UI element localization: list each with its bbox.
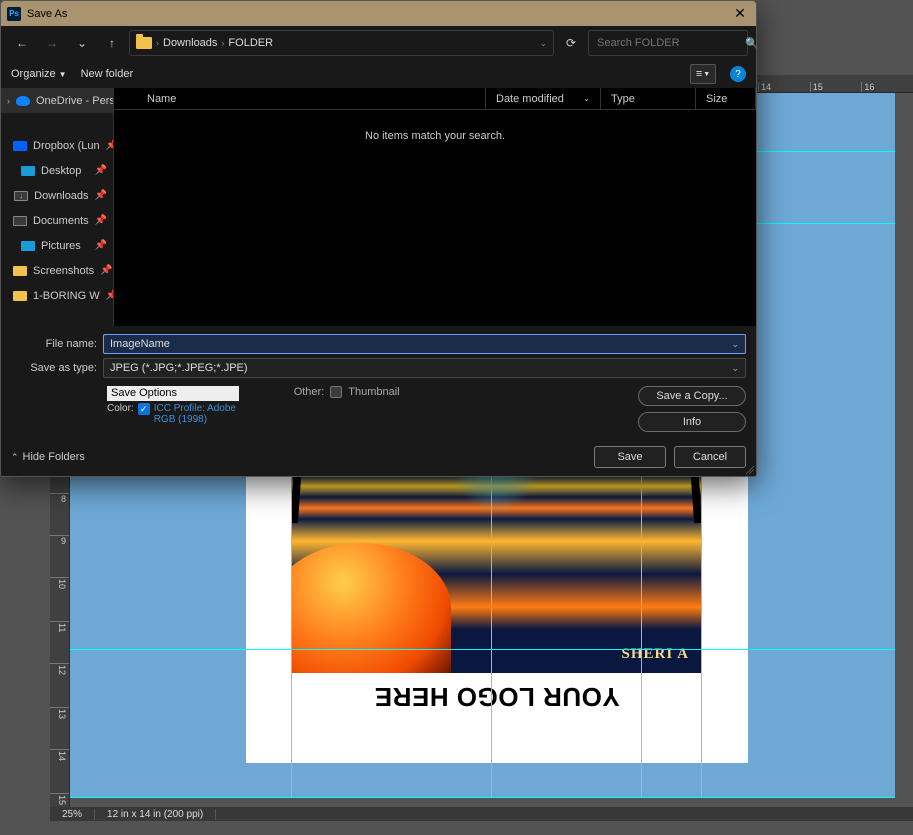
sidebar: ›OneDrive - Perso Dropbox (Lun📌 Desktop📌… (1, 88, 113, 326)
documents-icon (13, 216, 27, 226)
filename-input[interactable] (110, 338, 731, 350)
search-box[interactable]: 🔍 (588, 30, 748, 56)
column-type[interactable]: Type (601, 88, 696, 109)
filename-combo[interactable]: ⌄ (103, 334, 746, 354)
sidebar-item-desktop[interactable]: Desktop📌 (1, 158, 113, 183)
pin-icon[interactable]: 📌 (95, 215, 107, 226)
other-label: Other: (294, 386, 325, 398)
file-list-pane[interactable]: Name Date modified⌄ Type Size No items m… (113, 88, 756, 326)
save-as-dialog: Ps Save As ✕ ← → ⌄ ↑ › Downloads › FOLDE… (0, 0, 757, 477)
close-icon[interactable]: ✕ (730, 5, 750, 22)
save-options-heading: Save Options (107, 386, 239, 401)
sidebar-item-downloads[interactable]: Downloads📌 (1, 183, 113, 208)
sidebar-item-pictures[interactable]: Pictures📌 (1, 233, 113, 258)
sidebar-item-screenshots[interactable]: Screenshots📌 (1, 258, 113, 283)
titlebar[interactable]: Ps Save As ✕ (1, 1, 756, 26)
cancel-button[interactable]: Cancel (674, 446, 746, 468)
chevron-right-icon[interactable]: › (7, 96, 10, 106)
saveastype-value: JPEG (*.JPG;*.JPEG;*.JPE) (110, 362, 731, 374)
resize-grip-icon[interactable] (744, 464, 754, 474)
document-info[interactable]: 12 in x 14 in (200 ppi) (95, 809, 216, 820)
recent-locations-button[interactable]: ⌄ (69, 30, 95, 56)
color-label: Color: (107, 403, 134, 414)
address-bar[interactable]: › Downloads › FOLDER ⌄ (129, 30, 554, 56)
chevron-down-icon[interactable]: ⌄ (731, 363, 739, 374)
pictures-icon (21, 241, 35, 251)
view-options-button[interactable]: ≡ ▼ (690, 64, 716, 84)
folder-icon (13, 291, 27, 301)
desktop-icon (21, 166, 35, 176)
new-folder-button[interactable]: New folder (81, 68, 134, 80)
thumbnail-checkbox[interactable] (330, 386, 342, 398)
nav-row: ← → ⌄ ↑ › Downloads › FOLDER ⌄ ⟳ 🔍 (1, 26, 756, 60)
guide-horizontal[interactable] (70, 649, 895, 650)
breadcrumb-downloads[interactable]: Downloads (163, 37, 217, 49)
search-input[interactable] (597, 37, 739, 49)
bush-icon (291, 543, 451, 673)
chevron-right-icon[interactable]: › (156, 38, 159, 48)
downloads-icon (14, 191, 28, 201)
chevron-up-icon: ⌃ (11, 452, 19, 463)
back-button[interactable]: ← (9, 30, 35, 56)
sidebar-item-boring[interactable]: 1-BORING W📌 (1, 283, 113, 308)
photoshop-icon: Ps (7, 7, 21, 21)
organize-button[interactable]: Organize ▼ (11, 68, 67, 80)
help-button[interactable]: ? (730, 66, 746, 82)
empty-message: No items match your search. (114, 110, 756, 142)
dialog-toolbar: Organize ▼ New folder ≡ ▼ ? (1, 60, 756, 88)
pin-icon[interactable]: 📌 (95, 190, 107, 201)
info-button[interactable]: Info (638, 412, 746, 432)
refresh-button[interactable]: ⟳ (558, 30, 584, 56)
folder-icon (13, 266, 27, 276)
column-size[interactable]: Size (696, 88, 756, 109)
forward-button[interactable]: → (39, 30, 65, 56)
dialog-title: Save As (27, 8, 67, 20)
up-button[interactable]: ↑ (99, 30, 125, 56)
pin-icon[interactable]: 📌 (95, 165, 107, 176)
column-date[interactable]: Date modified⌄ (486, 88, 601, 109)
sort-desc-icon: ⌄ (583, 94, 590, 103)
pin-icon[interactable]: 📌 (106, 140, 113, 151)
sidebar-item-dropbox[interactable]: Dropbox (Lun📌 (1, 133, 113, 158)
logo-placeholder-text[interactable]: YOUR LOGO HERE (246, 681, 748, 712)
icc-profile-link[interactable]: ICC Profile: Adobe RGB (1998) (154, 403, 254, 425)
cloud-icon (16, 96, 30, 106)
column-headers: Name Date modified⌄ Type Size (114, 88, 756, 110)
dropbox-icon (13, 141, 27, 151)
zoom-level[interactable]: 25% (50, 809, 95, 820)
column-name[interactable]: Name (114, 88, 486, 109)
chevron-down-icon: ▼ (59, 70, 67, 79)
chevron-down-icon[interactable]: ⌄ (539, 38, 547, 49)
save-button[interactable]: Save (594, 446, 666, 468)
sidebar-item-documents[interactable]: Documents📌 (1, 208, 113, 233)
status-bar: 25% 12 in x 14 in (200 ppi) (50, 807, 913, 821)
pin-icon[interactable]: 📌 (100, 265, 112, 276)
pin-icon[interactable]: 📌 (95, 240, 107, 251)
breadcrumb-folder[interactable]: FOLDER (228, 37, 273, 49)
hide-folders-button[interactable]: ⌃Hide Folders (11, 451, 85, 463)
pin-icon[interactable]: 📌 (106, 290, 113, 301)
guide-horizontal[interactable] (70, 797, 895, 798)
chevron-right-icon[interactable]: › (221, 38, 224, 48)
thumbnail-label: Thumbnail (348, 386, 399, 398)
save-a-copy-button[interactable]: Save a Copy... (638, 386, 746, 406)
chevron-down-icon[interactable]: ⌄ (731, 339, 739, 350)
saveastype-combo[interactable]: JPEG (*.JPG;*.JPEG;*.JPE) ⌄ (103, 358, 746, 378)
folder-icon (136, 37, 152, 49)
dialog-footer: ⌃Hide Folders Save Cancel (1, 438, 756, 476)
filename-label: File name: (11, 338, 97, 350)
sidebar-item-onedrive[interactable]: ›OneDrive - Perso (1, 88, 113, 113)
search-icon[interactable]: 🔍 (745, 37, 759, 50)
save-options-area: File name: ⌄ Save as type: JPEG (*.JPG;*… (1, 326, 756, 438)
saveastype-label: Save as type: (11, 362, 97, 374)
icc-profile-checkbox[interactable]: ✓ (138, 403, 150, 415)
